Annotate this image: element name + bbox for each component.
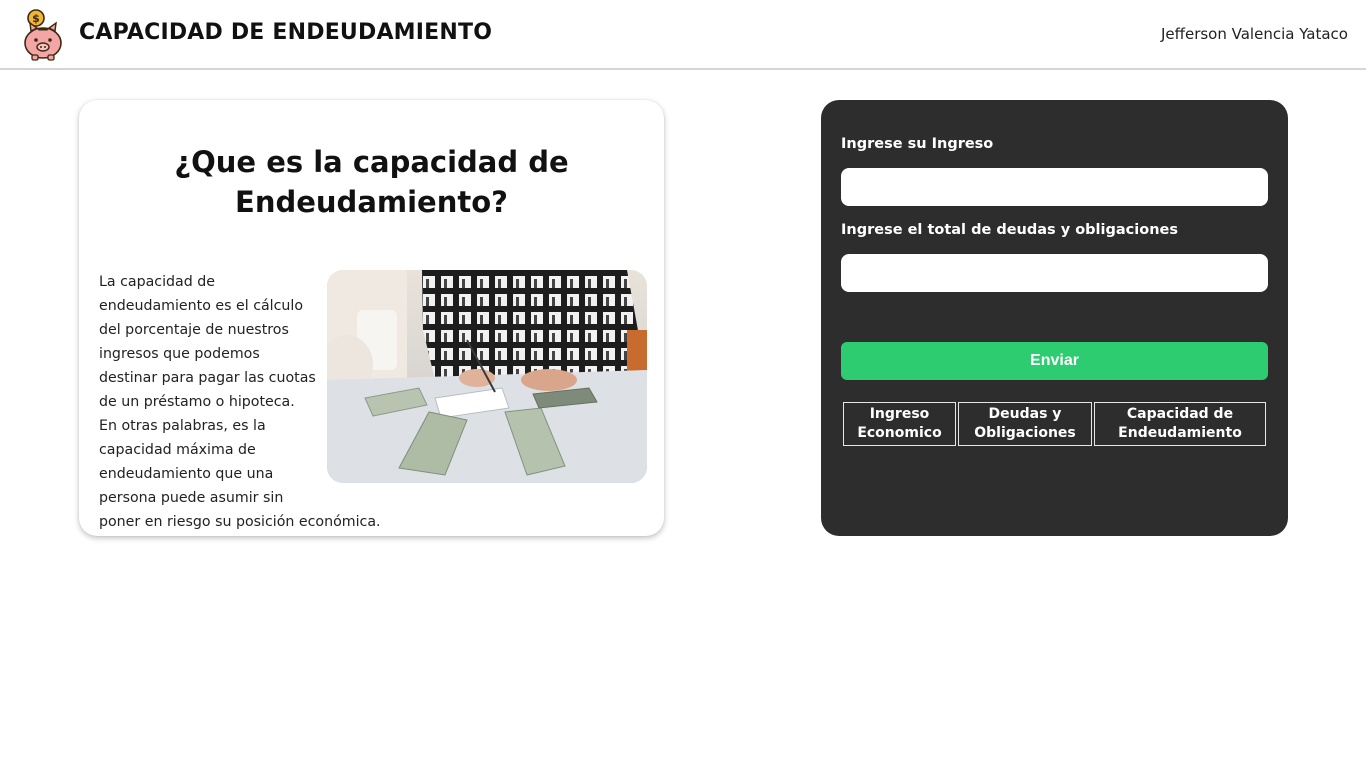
- debts-label: Ingrese el total de deudas y obligacione…: [841, 222, 1178, 238]
- calculator-panel: Ingrese su Ingreso Ingrese el total de d…: [821, 100, 1288, 536]
- debts-input[interactable]: [841, 254, 1268, 292]
- tab-ingreso-economico[interactable]: Ingreso Economico: [843, 402, 956, 446]
- piggy-bank-icon: $: [24, 9, 62, 61]
- user-name: Jefferson Valencia Yataco: [1160, 25, 1348, 43]
- info-body: La capacidad de endeudamiento es el cálc…: [99, 270, 647, 534]
- svg-text:$: $: [32, 12, 40, 25]
- money-counting-photo: [327, 270, 647, 483]
- income-input[interactable]: [841, 168, 1268, 206]
- income-label: Ingrese su Ingreso: [841, 136, 994, 152]
- info-title: ¿Que es la capacidad de Endeudamiento?: [174, 145, 569, 219]
- info-card: ¿Que es la capacidad de Endeudamiento? L…: [79, 100, 664, 536]
- app-title: CAPACIDAD DE ENDEUDAMIENTO: [79, 20, 493, 45]
- submit-button[interactable]: Enviar: [841, 342, 1268, 380]
- tab-deudas-obligaciones[interactable]: Deudas y Obligaciones: [958, 402, 1092, 446]
- app-header: $ CAPACIDAD DE ENDEUDAMIENTO Jefferson V…: [0, 0, 1366, 70]
- tab-capacidad-endeudamiento[interactable]: Capacidad de Endeudamiento: [1094, 402, 1266, 446]
- photo-illustration: [327, 270, 647, 483]
